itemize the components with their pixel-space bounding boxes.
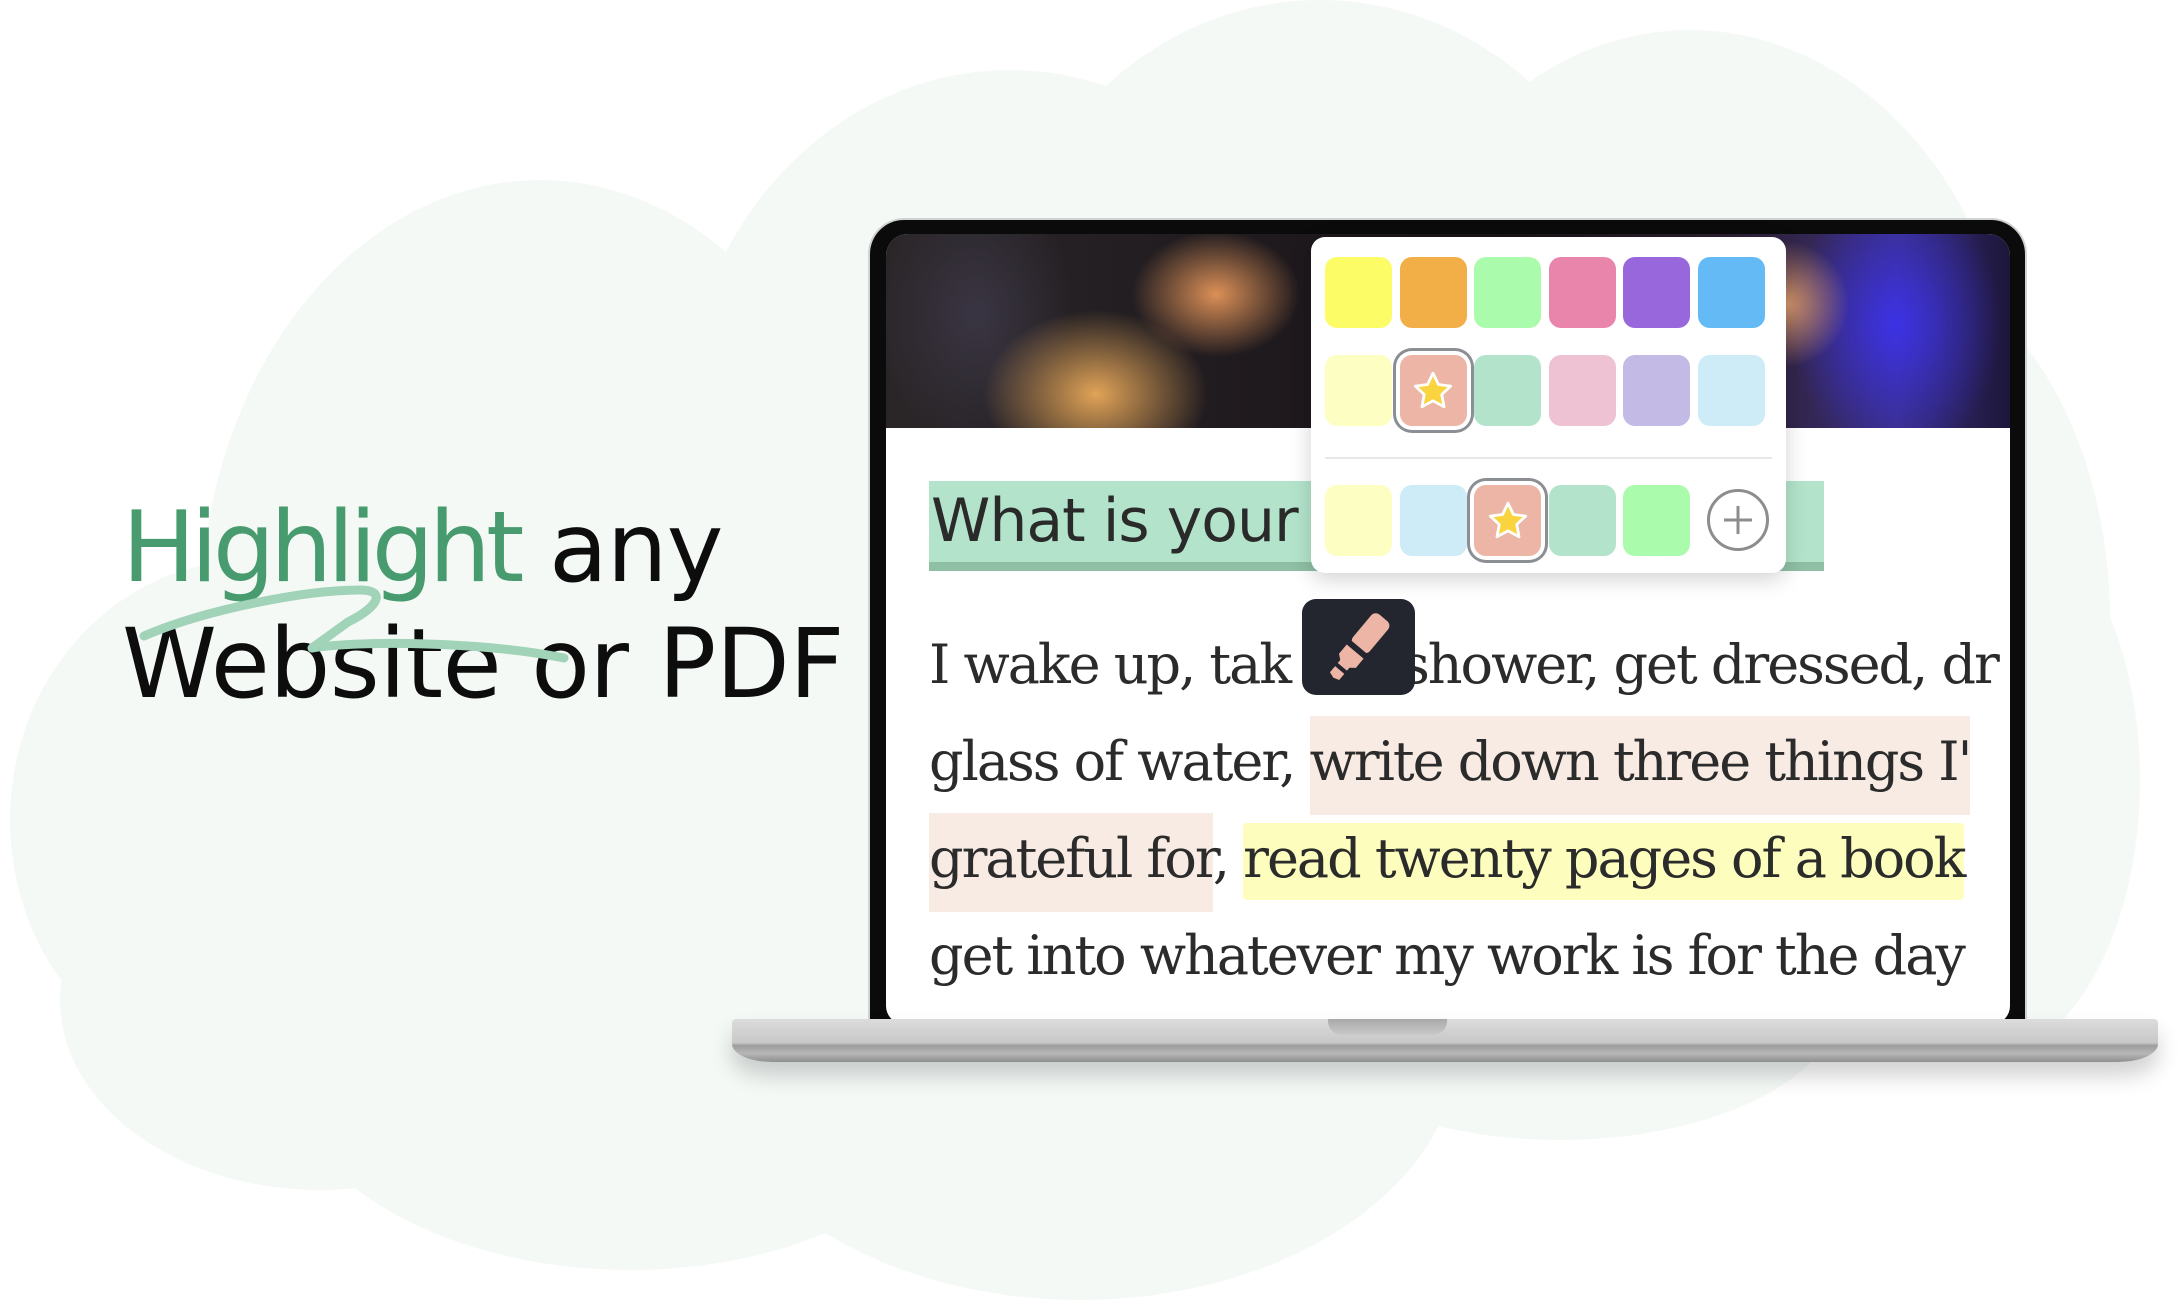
headline-line-2: Website or PDF: [122, 608, 844, 720]
laptop-notch: [1328, 1019, 1447, 1035]
paragraph-line: I wake up, tak shower, get dressed, dr: [929, 633, 2000, 696]
color-swatch-peach[interactable]: [1474, 485, 1541, 556]
highlight-peach[interactable]: grateful for: [929, 813, 1215, 912]
palette-divider: [1325, 457, 1772, 459]
headline-line-1: Highlight any: [122, 488, 844, 663]
color-swatch-purple[interactable]: [1623, 257, 1690, 328]
highlighter-icon: [1329, 613, 1389, 680]
color-swatch-light-pink[interactable]: [1548, 355, 1616, 426]
paragraph-line: get into whatever my work is for the day: [929, 924, 1966, 987]
highlight-yellow[interactable]: read twenty pages of a book: [1243, 823, 1966, 900]
paragraph-line: glass of water, write down three things …: [929, 713, 2010, 815]
color-swatch-green[interactable]: [1623, 485, 1690, 556]
color-swatch-orange[interactable]: [1399, 257, 1467, 328]
color-swatch-light-blue[interactable]: [1697, 355, 1765, 426]
headline-line-1-rest: any: [548, 492, 723, 604]
color-swatch-lavender[interactable]: [1623, 355, 1690, 426]
color-swatch-light-yellow[interactable]: [1325, 355, 1392, 426]
article-paragraph: I wake up, tak shower, get dressed, dr gl…: [929, 616, 2010, 1004]
color-swatch-yellow[interactable]: [1325, 257, 1392, 328]
color-swatch-green[interactable]: [1474, 257, 1541, 328]
plus-circle-icon: [1724, 506, 1752, 534]
color-palette-popover: [1311, 237, 1786, 573]
color-swatch-light-blue[interactable]: [1399, 485, 1467, 556]
headline: Highlight any Website or PDF: [122, 488, 844, 724]
highlight-peach[interactable]: write down three things I': [1309, 716, 1972, 815]
star-icon: [1413, 371, 1453, 408]
color-swatch-mint[interactable]: [1548, 485, 1616, 556]
color-swatch-pink[interactable]: [1548, 257, 1616, 328]
heading-text-left: What is your: [931, 486, 1299, 556]
color-swatch-mint[interactable]: [1474, 355, 1541, 426]
star-icon: [1488, 501, 1527, 538]
highlighter-button[interactable]: [1302, 599, 1415, 695]
color-swatch-blue[interactable]: [1697, 257, 1765, 328]
add-color-button[interactable]: [1707, 489, 1769, 551]
color-swatch-peach[interactable]: [1399, 355, 1467, 426]
headline-accent-word: Highlight: [122, 491, 524, 605]
paragraph-line: grateful for, read twenty pages of a boo…: [929, 810, 2010, 912]
color-swatch-light-yellow[interactable]: [1325, 485, 1392, 556]
laptop-base: [732, 1019, 2158, 1062]
